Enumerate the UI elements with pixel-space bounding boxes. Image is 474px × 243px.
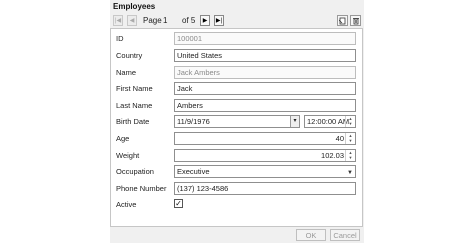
birth-time-field[interactable]: 12:00:00 AM ▲ ▼: [304, 115, 356, 128]
birth-date-picker[interactable]: 11/9/1976 ▾: [174, 115, 300, 128]
dropdown-arrow-icon[interactable]: ▾: [290, 116, 299, 127]
country-label: Country: [116, 51, 143, 60]
row-first-name: First Name Jack: [111, 82, 362, 96]
next-record-button[interactable]: ▶: [200, 15, 210, 26]
id-field: 100001: [174, 32, 356, 45]
age-value: 40: [335, 134, 344, 143]
occupation-label: Occupation: [116, 167, 154, 176]
employees-window: Employees |◀ ◀ Page 1 of 5 ▶ ▶| ID 10000…: [110, 0, 364, 243]
row-occupation: Occupation Executive ▼: [111, 165, 362, 179]
delete-record-button[interactable]: [350, 15, 361, 26]
weight-value: 102.03: [321, 151, 344, 160]
name-label: Name: [116, 68, 137, 77]
chevron-right-icon: ▶: [202, 18, 208, 24]
weight-field[interactable]: 102.03 ▲ ▼: [174, 149, 356, 162]
cancel-button[interactable]: Cancel: [330, 229, 360, 241]
record-navigator: |◀ ◀ Page 1 of 5 ▶ ▶|: [113, 15, 363, 27]
page-label: Page: [143, 16, 162, 25]
row-name: Name Jack Ambers: [111, 66, 362, 80]
trash-icon: [352, 17, 359, 24]
phone-label: Phone Number: [116, 184, 167, 193]
skip-forward-icon: ▶|: [215, 18, 223, 24]
active-label: Active: [116, 200, 137, 209]
row-age: Age 40 ▲ ▼: [111, 132, 362, 146]
add-record-button[interactable]: [337, 15, 348, 26]
last-record-button[interactable]: ▶|: [214, 15, 224, 26]
row-id: ID 100001: [111, 32, 362, 46]
first-name-label: First Name: [116, 84, 153, 93]
age-label: Age: [116, 134, 130, 143]
last-name-label: Last Name: [116, 101, 153, 110]
age-field[interactable]: 40 ▲ ▼: [174, 132, 356, 145]
employee-form: ID 100001 Country United States Name Jac…: [110, 28, 363, 227]
time-spinner-icon[interactable]: ▲ ▼: [345, 116, 355, 127]
ok-button[interactable]: OK: [296, 229, 326, 241]
birth-time-value: 12:00:00 AM: [307, 117, 350, 126]
weight-spinner-icon[interactable]: ▲ ▼: [345, 150, 355, 161]
last-name-field[interactable]: Ambers: [174, 99, 356, 112]
window-title: Employees: [113, 2, 156, 11]
row-weight: Weight 102.03 ▲ ▼: [111, 149, 362, 163]
country-field[interactable]: United States: [174, 49, 356, 62]
birth-date-label: Birth Date: [116, 117, 150, 126]
weight-label: Weight: [116, 151, 140, 160]
name-field: Jack Ambers: [174, 66, 356, 79]
birth-date-value: 11/9/1976: [177, 117, 210, 126]
previous-record-button[interactable]: ◀: [127, 15, 137, 26]
row-phone: Phone Number (137) 123-4586: [111, 182, 362, 196]
row-country: Country United States: [111, 49, 362, 63]
first-name-field[interactable]: Jack: [174, 82, 356, 95]
skip-back-icon: |◀: [114, 18, 122, 24]
page-count: of 5: [182, 16, 196, 25]
phone-field[interactable]: (137) 123-4586: [174, 182, 356, 195]
age-spinner-icon[interactable]: ▲ ▼: [345, 133, 355, 144]
new-record-icon: [338, 17, 345, 24]
occupation-value: Executive: [177, 167, 210, 176]
occupation-select[interactable]: Executive ▼: [174, 165, 356, 178]
chevron-left-icon: ◀: [129, 18, 135, 24]
chevron-down-icon: ▼: [347, 170, 353, 176]
id-label: ID: [116, 34, 124, 43]
active-checkbox[interactable]: ✓: [174, 199, 183, 208]
row-last-name: Last Name Ambers: [111, 99, 362, 113]
page-number-input[interactable]: 1: [163, 16, 167, 25]
row-birth-date: Birth Date 11/9/1976 ▾ 12:00:00 AM ▲ ▼: [111, 115, 362, 129]
first-record-button[interactable]: |◀: [113, 15, 123, 26]
row-active: Active ✓: [111, 198, 362, 212]
